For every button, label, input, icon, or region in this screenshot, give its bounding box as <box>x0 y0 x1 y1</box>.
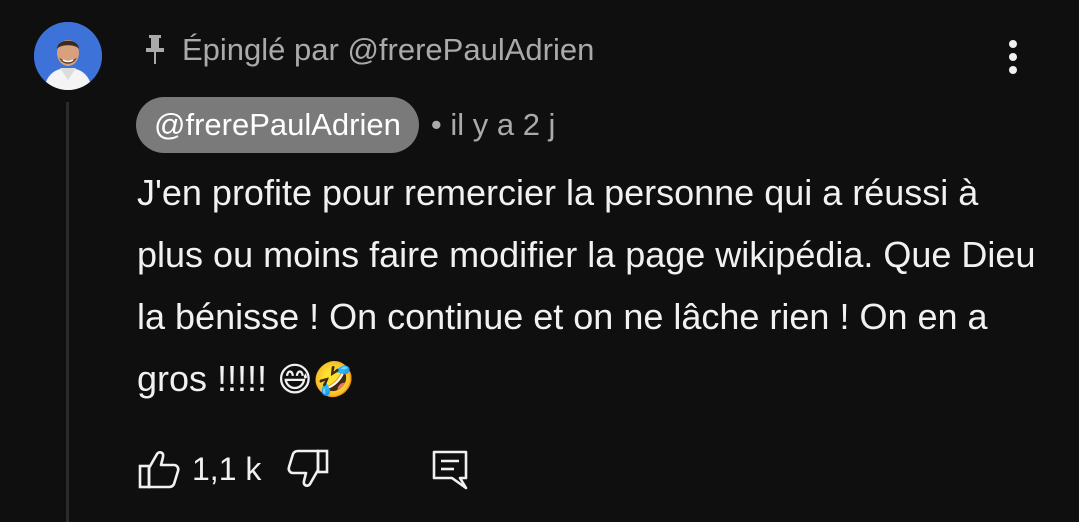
comment-text: J'en profite pour remercier la personne … <box>137 172 1036 399</box>
comment-reply-icon <box>433 450 468 490</box>
pinned-text: Épinglé par @frerePaulAdrien <box>182 32 595 67</box>
avatar[interactable] <box>34 22 102 90</box>
comment-actions: 1,1 k <box>136 444 473 494</box>
comment-time: • il y a 2 j <box>430 107 556 142</box>
like-count: 1,1 k <box>192 450 262 487</box>
thread-line <box>66 102 69 522</box>
more-options-button[interactable] <box>994 36 1032 78</box>
dislike-button[interactable] <box>285 446 331 492</box>
comment-body: J'en profite pour remercier la personne … <box>137 162 1037 411</box>
comment-meta: @frerePaulAdrien • il y a 2 j <box>136 97 555 153</box>
comment-emojis: 😅🤣 <box>277 360 355 400</box>
pinned-label: Épinglé par @frerePaulAdrien <box>140 30 594 70</box>
avatar-image <box>34 22 102 90</box>
author-chip[interactable]: @frerePaulAdrien <box>136 97 419 153</box>
thumb-up-icon <box>138 451 180 489</box>
reply-button[interactable] <box>427 446 473 492</box>
more-vert-icon <box>1009 40 1017 74</box>
like-button[interactable] <box>136 446 182 492</box>
pinned-comment: Épinglé par @frerePaulAdrien @frerePaulA… <box>0 0 1079 522</box>
thumb-down-icon <box>287 449 329 487</box>
pin-icon <box>140 32 170 68</box>
